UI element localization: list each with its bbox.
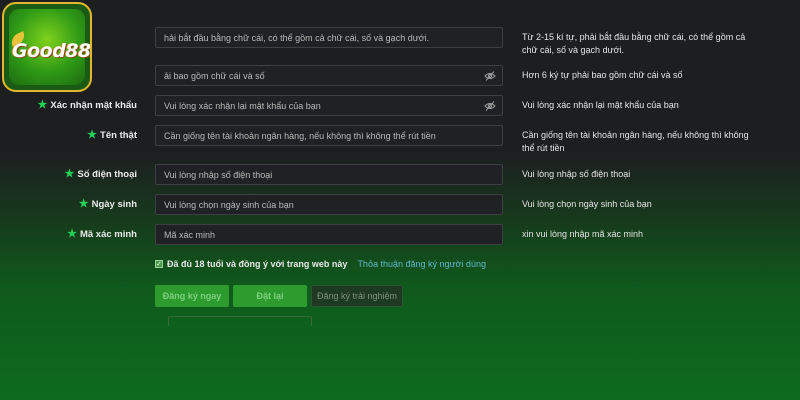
user-agreement-link[interactable]: Thỏa thuận đăng ký người dùng	[357, 259, 486, 269]
real-name-input[interactable]: Cần giống tên tài khoản ngân hàng, nếu k…	[155, 125, 503, 146]
brand-logo[interactable]: Good88	[2, 2, 92, 92]
captcha-hint: xin vui lòng nhập mã xác minh	[522, 229, 644, 239]
captcha-placeholder: Mã xác minh	[164, 229, 216, 240]
real-name-hint: Cần giống tên tài khoản ngân hàng, nếu k…	[522, 130, 749, 153]
confirm-password-input[interactable]: Vui lòng xác nhận lại mật khẩu của bạn	[155, 95, 503, 116]
captcha-input[interactable]: Mã xác minh	[155, 224, 503, 245]
real-name-placeholder: Cần giống tên tài khoản ngân hàng, nếu k…	[164, 130, 436, 141]
birthday-input[interactable]: Vui lòng chọn ngày sinh của bạn	[155, 194, 503, 215]
confirm-password-hint: Vui lòng xác nhận lại mật khẩu của bạn	[522, 100, 679, 110]
logo-text: Good88	[12, 40, 91, 62]
username-placeholder: hải bắt đầu bằng chữ cái, có thể gồm cả …	[164, 32, 430, 43]
reset-button[interactable]: Đặt lại	[233, 285, 307, 307]
confirm-password-placeholder: Vui lòng xác nhận lại mật khẩu của bạn	[164, 100, 321, 111]
agreement-text: Đã đủ 18 tuổi và đồng ý với trang web nà…	[167, 259, 348, 269]
register-button[interactable]: Đăng ký ngay	[155, 285, 229, 307]
real-name-label: ★ Tên thật	[87, 129, 137, 142]
password-hint: Hơn 6 ký tự phải bao gồm chữ cái và số	[522, 70, 683, 80]
checkbox-check-icon[interactable]: ✓	[155, 260, 163, 268]
password-placeholder: ải bao gồm chữ cái và số	[164, 70, 265, 81]
password-input[interactable]: ải bao gồm chữ cái và số	[155, 65, 503, 86]
eye-off-icon[interactable]	[484, 100, 496, 112]
phone-label: ★ Số điện thoại	[64, 168, 137, 181]
required-star-icon: ★	[64, 168, 75, 180]
phone-label-text: Số điện thoại	[77, 169, 137, 180]
eye-off-icon[interactable]	[484, 70, 496, 82]
captcha-label: ★ Mã xác minh	[67, 228, 137, 241]
real-name-label-text: Tên thật	[100, 130, 137, 141]
required-star-icon: ★	[37, 99, 48, 111]
captcha-label-text: Mã xác minh	[79, 229, 137, 240]
birthday-label: ★ Ngày sinh	[78, 198, 137, 211]
birthday-label-text: Ngày sinh	[91, 199, 137, 210]
required-star-icon: ★	[78, 198, 89, 210]
confirm-password-label-text: Xác nhận mật khẩu	[50, 100, 137, 111]
username-input[interactable]: hải bắt đầu bằng chữ cái, có thể gồm cả …	[155, 27, 503, 48]
birthday-hint: Vui lòng chọn ngày sinh của bạn	[522, 199, 652, 209]
partial-element	[168, 316, 312, 326]
required-star-icon: ★	[67, 228, 77, 240]
birthday-placeholder: Vui lòng chọn ngày sinh của bạn	[164, 199, 294, 210]
trial-register-button[interactable]: Đăng ký trải nghiệm	[311, 285, 403, 307]
phone-hint: Vui lòng nhập số điện thoại	[522, 169, 631, 179]
phone-placeholder: Vui lòng nhập số điện thoại	[164, 169, 273, 180]
agreement-row: ✓ Đã đủ 18 tuổi và đồng ý với trang web …	[155, 259, 486, 269]
phone-input[interactable]: Vui lòng nhập số điện thoại	[155, 164, 503, 185]
confirm-password-label: ★ Xác nhận mật khẩu	[37, 99, 137, 112]
required-star-icon: ★	[87, 129, 98, 141]
username-hint: Từ 2-15 kí tự, phải bắt đầu bằng chữ cái…	[522, 32, 746, 55]
